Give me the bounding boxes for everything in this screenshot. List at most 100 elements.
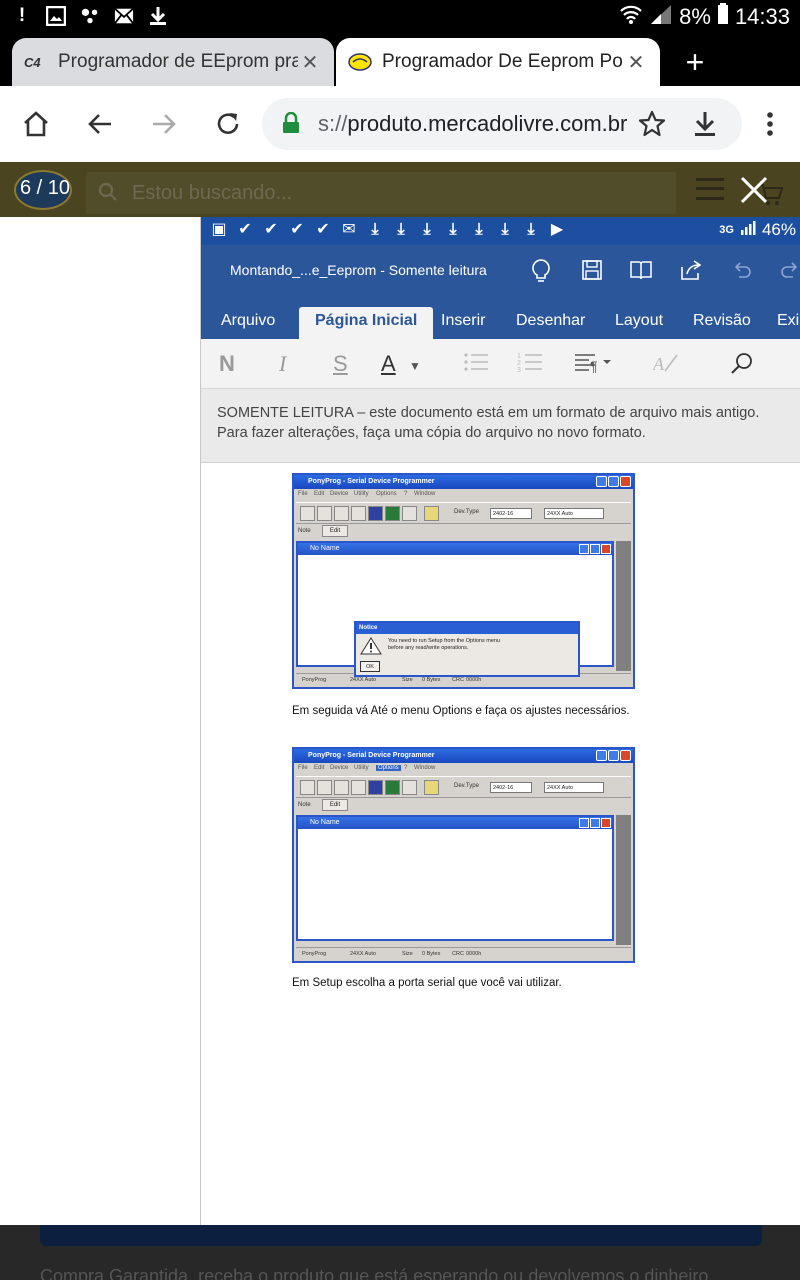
lock-icon xyxy=(282,111,300,139)
mail-icon xyxy=(114,5,134,27)
close-tab-icon[interactable]: ✕ xyxy=(298,50,322,75)
hamburger-menu-icon[interactable] xyxy=(696,178,724,200)
ponyprog-window-2: PonyProg - Serial Device Programmer File… xyxy=(292,747,635,963)
signal-icon xyxy=(649,3,673,31)
save-icon[interactable] xyxy=(581,259,603,286)
tab-title: Programador de EEprom pra f xyxy=(58,51,298,72)
styles-icon[interactable]: A xyxy=(652,351,679,379)
tab-1[interactable]: C4 Programador de EEprom pra f ✕ xyxy=(12,38,334,86)
ponyprog-status: PonyProg 24XX Auto Size 0 Bytes CRC 0000… xyxy=(296,947,631,959)
svg-text:1: 1 xyxy=(517,353,521,360)
caption-1: Em seguida vá Até o menu Options e faça … xyxy=(292,705,630,717)
ponyprog-menubar: File Edit Device Utility Options ? Windo… xyxy=(298,491,436,497)
image-icon: ▣ xyxy=(211,221,227,238)
tab-layout[interactable]: Layout xyxy=(611,307,667,339)
overflow-menu-icon[interactable] xyxy=(752,106,788,142)
share-icon[interactable] xyxy=(679,259,703,286)
word-ribbon-tabs: Arquivo Página Inicial Inserir Desenhar … xyxy=(201,299,800,339)
check-icon: ✔ xyxy=(238,221,252,238)
reload-icon[interactable] xyxy=(210,106,246,142)
italic-button[interactable]: I xyxy=(279,351,286,377)
ponyprog-toolbar: Dev.Type 2402-16 24XX Auto xyxy=(296,776,631,798)
clock: 14:33 xyxy=(734,4,790,29)
search-icon xyxy=(98,182,118,207)
network-type: 3G xyxy=(719,224,734,236)
read-mode-icon[interactable] xyxy=(629,259,653,286)
tab-strip: C4 Programador de EEprom pra f ✕ Program… xyxy=(0,34,800,86)
signal-icon xyxy=(740,220,756,240)
inner-battery-percent: 46% xyxy=(761,220,796,239)
download-icon: ⤓ xyxy=(397,221,405,238)
bookmark-star-icon[interactable] xyxy=(638,110,666,143)
warning-icon xyxy=(360,637,382,655)
search-icon[interactable] xyxy=(729,351,755,383)
search-placeholder: Estou buscando... xyxy=(132,182,293,204)
forward-icon[interactable] xyxy=(146,106,182,142)
document-title: Montando_...e_Eeprom - Somente leitura xyxy=(230,262,487,278)
inner-status-bar: ▣ ✔ ✔ ✔ ✔ ✉ ⤓ ⤓ ⤓ ⤓ ⤓ ⤓ ⤓ ▶ 3G 46% xyxy=(201,217,800,245)
new-tab-button[interactable]: + xyxy=(680,44,710,80)
ponyprog-titlebar: PonyProg - Serial Device Programmer xyxy=(294,475,633,489)
browser-toolbar: s://produto.mercadolivre.com.br xyxy=(0,86,800,162)
check-icon: ✔ xyxy=(290,221,304,238)
svg-text:2: 2 xyxy=(517,360,521,367)
page-footer-text: Compra Garantida, receba o produto que e… xyxy=(40,1266,709,1280)
gallery-counter: 6 / 10 xyxy=(20,177,71,199)
ponyprog-toolbar: Dev.Type 2402-16 24XX Auto xyxy=(296,502,631,524)
ponyprog-titlebar: PonyProg - Serial Device Programmer xyxy=(294,749,633,763)
undo-icon[interactable] xyxy=(731,259,753,286)
site-search-input[interactable]: Estou buscando... xyxy=(86,172,676,214)
download-icon: ⤓ xyxy=(371,221,379,238)
download-icon: ⤓ xyxy=(475,221,483,238)
font-color-button[interactable]: A xyxy=(381,351,396,377)
paragraph-icon[interactable]: ¶ xyxy=(573,351,613,379)
bullets-icon[interactable] xyxy=(463,351,489,379)
play-icon: ▶ xyxy=(550,221,564,238)
gallery-image: ▣ ✔ ✔ ✔ ✔ ✉ ⤓ ⤓ ⤓ ⤓ ⤓ ⤓ ⤓ ▶ 3G 46% Monta… xyxy=(0,217,800,1225)
word-title-bar: Montando_...e_Eeprom - Somente leitura xyxy=(201,245,800,299)
tab-revisao[interactable]: Revisão xyxy=(689,307,755,339)
site-header: Estou buscando... xyxy=(0,162,800,218)
readonly-banner: SOMENTE LEITURA – este documento está em… xyxy=(201,389,800,463)
close-tab-icon[interactable]: ✕ xyxy=(624,50,648,75)
url-text: s://produto.mercadolivre.com.br xyxy=(318,111,628,136)
tab-exibir[interactable]: Exib xyxy=(773,307,800,339)
svg-text:¶: ¶ xyxy=(590,358,598,373)
word-ribbon: N I S A ▼ 123 ¶ A xyxy=(201,339,800,389)
readonly-line-2: Para fazer alterações, faça uma cópia do… xyxy=(217,425,646,441)
tab-pagina-inicial[interactable]: Página Inicial xyxy=(299,307,434,339)
tab-inserir[interactable]: Inserir xyxy=(437,307,489,339)
numbering-icon[interactable]: 123 xyxy=(517,351,543,379)
chevron-down-icon[interactable]: ▼ xyxy=(409,359,421,373)
options-menu-highlight: Options xyxy=(376,765,401,771)
page-action-button[interactable] xyxy=(40,1224,762,1246)
svg-text:A: A xyxy=(653,354,665,373)
address-bar[interactable]: s://produto.mercadolivre.com.br xyxy=(262,98,742,150)
tab-favicon: C4 xyxy=(24,54,41,70)
tab-title: Programador De Eeprom Port xyxy=(382,51,624,72)
mail-icon: ✉ xyxy=(342,221,356,238)
redo-icon[interactable] xyxy=(779,259,800,286)
tab-desenhar[interactable]: Desenhar xyxy=(512,307,589,339)
bold-button[interactable]: N xyxy=(219,351,235,377)
download-icon xyxy=(148,5,168,27)
home-icon[interactable] xyxy=(18,106,54,142)
readonly-line-1: SOMENTE LEITURA – este documento está em… xyxy=(217,405,760,421)
notice-dialog: Notice You need to run Setup from the Op… xyxy=(354,621,580,677)
download-icon: ⤓ xyxy=(423,221,431,238)
download-icon: ⤓ xyxy=(449,221,457,238)
dots-icon xyxy=(80,5,100,27)
image-icon xyxy=(46,5,66,27)
battery-icon xyxy=(717,3,729,31)
check-icon: ✔ xyxy=(316,221,330,238)
back-icon[interactable] xyxy=(82,106,118,142)
download-icon: ⤓ xyxy=(501,221,509,238)
tab-arquivo[interactable]: Arquivo xyxy=(217,307,279,339)
tab-2[interactable]: Programador De Eeprom Port ✕ xyxy=(336,38,660,86)
download-icon: ⤓ xyxy=(527,221,535,238)
gallery-close-icon[interactable] xyxy=(738,174,770,206)
battery-percent: 8% xyxy=(679,4,711,29)
strike-button[interactable]: S xyxy=(333,351,348,377)
download-page-icon[interactable] xyxy=(692,110,718,143)
lightbulb-icon[interactable] xyxy=(531,259,551,288)
